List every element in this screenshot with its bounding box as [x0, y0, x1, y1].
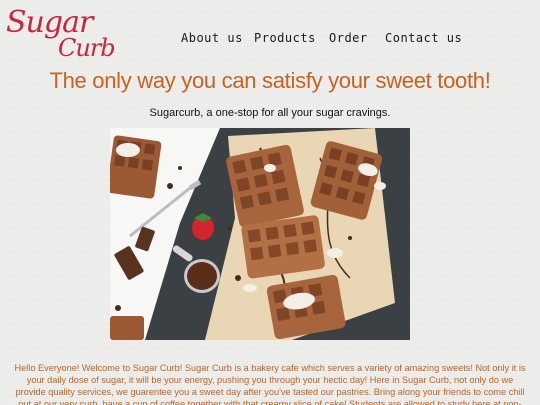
intro-paragraph: Hello Everyone! Welcome to Sugar Curb! S… — [14, 363, 526, 405]
page-headline: The only way you can satisfy your sweet … — [49, 68, 491, 93]
waffles-photo — [110, 128, 410, 340]
nav-about-us[interactable]: About us — [181, 31, 243, 45]
waffle-left — [110, 135, 162, 199]
waffle-middle — [241, 215, 325, 279]
waffle-corner — [110, 316, 144, 340]
main-nav: About us Products Order Contact us — [0, 31, 540, 51]
nav-contact-us[interactable]: Contact us — [385, 31, 462, 45]
nav-products[interactable]: Products — [254, 31, 316, 45]
nav-order[interactable]: Order — [329, 31, 368, 45]
hero-image — [110, 128, 410, 340]
page-tagline: Sugarcurb, a one-stop for all your sugar… — [149, 107, 391, 119]
